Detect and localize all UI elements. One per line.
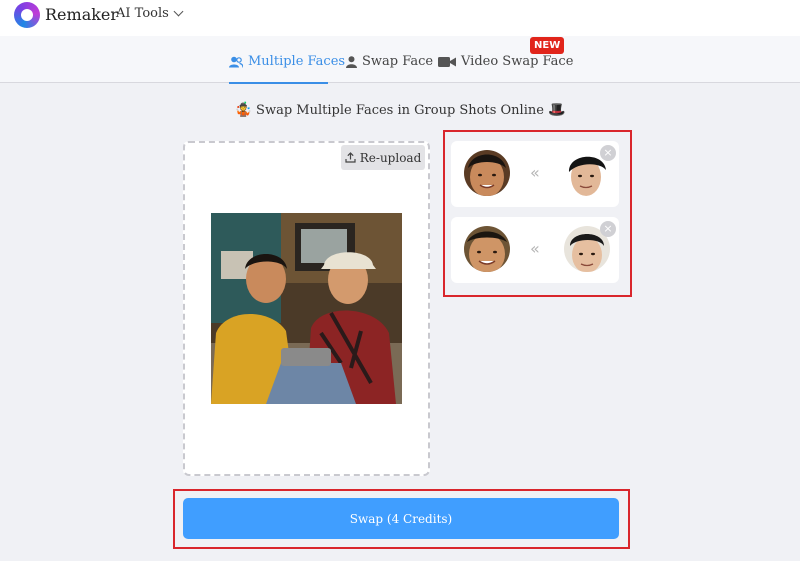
tab-label: Multiple Faces — [248, 54, 346, 69]
tab-multiple-faces[interactable]: Multiple Faces — [229, 54, 345, 69]
chevron-down-icon — [173, 6, 184, 17]
user-icon — [346, 55, 357, 68]
ai-tools-menu[interactable]: AI Tools — [116, 6, 184, 21]
tab-video-swap-face[interactable]: Video Swap Face — [438, 54, 573, 69]
remove-face-2-close-icon[interactable]: × — [600, 221, 616, 237]
brand-name[interactable]: Remaker — [45, 5, 118, 24]
tab-label: Video Swap Face — [461, 54, 574, 69]
map-arrow-icon: « — [530, 239, 540, 258]
headline-text: Swap Multiple Faces in Group Shots Onlin… — [256, 103, 544, 118]
tab-label: Swap Face — [362, 54, 434, 69]
swap-button[interactable]: Swap (4 Credits) — [183, 498, 619, 539]
upload-icon — [345, 152, 356, 163]
mode-tabs: Multiple Faces Swap Face Video Swap Face — [0, 36, 800, 84]
page-headline: 🤹 Swap Multiple Faces in Group Shots Onl… — [0, 102, 800, 118]
ai-tools-label: AI Tools — [116, 6, 169, 21]
magic-hat-emoji-icon: 🎩 — [548, 102, 566, 118]
reupload-label: Re-upload — [359, 150, 422, 165]
tab-swap-face[interactable]: Swap Face — [346, 54, 433, 69]
remove-face-1-close-icon[interactable]: × — [600, 145, 616, 161]
face-pair-card-2: « × — [451, 217, 619, 283]
reupload-button[interactable]: Re-upload — [341, 145, 425, 170]
remaker-logo-icon[interactable] — [14, 2, 40, 28]
detected-face-1 — [464, 150, 510, 196]
active-tab-indicator — [229, 82, 328, 84]
users-icon — [229, 56, 243, 68]
video-camera-icon — [438, 56, 456, 67]
uploaded-group-photo — [211, 213, 402, 404]
detected-face-2 — [464, 226, 510, 272]
top-bar: Remaker AI Tools — [0, 0, 800, 36]
juggler-emoji-icon: 🤹 — [234, 102, 252, 118]
face-pair-card-1: « × — [451, 141, 619, 207]
new-badge: NEW — [530, 37, 565, 54]
map-arrow-icon: « — [530, 163, 540, 182]
